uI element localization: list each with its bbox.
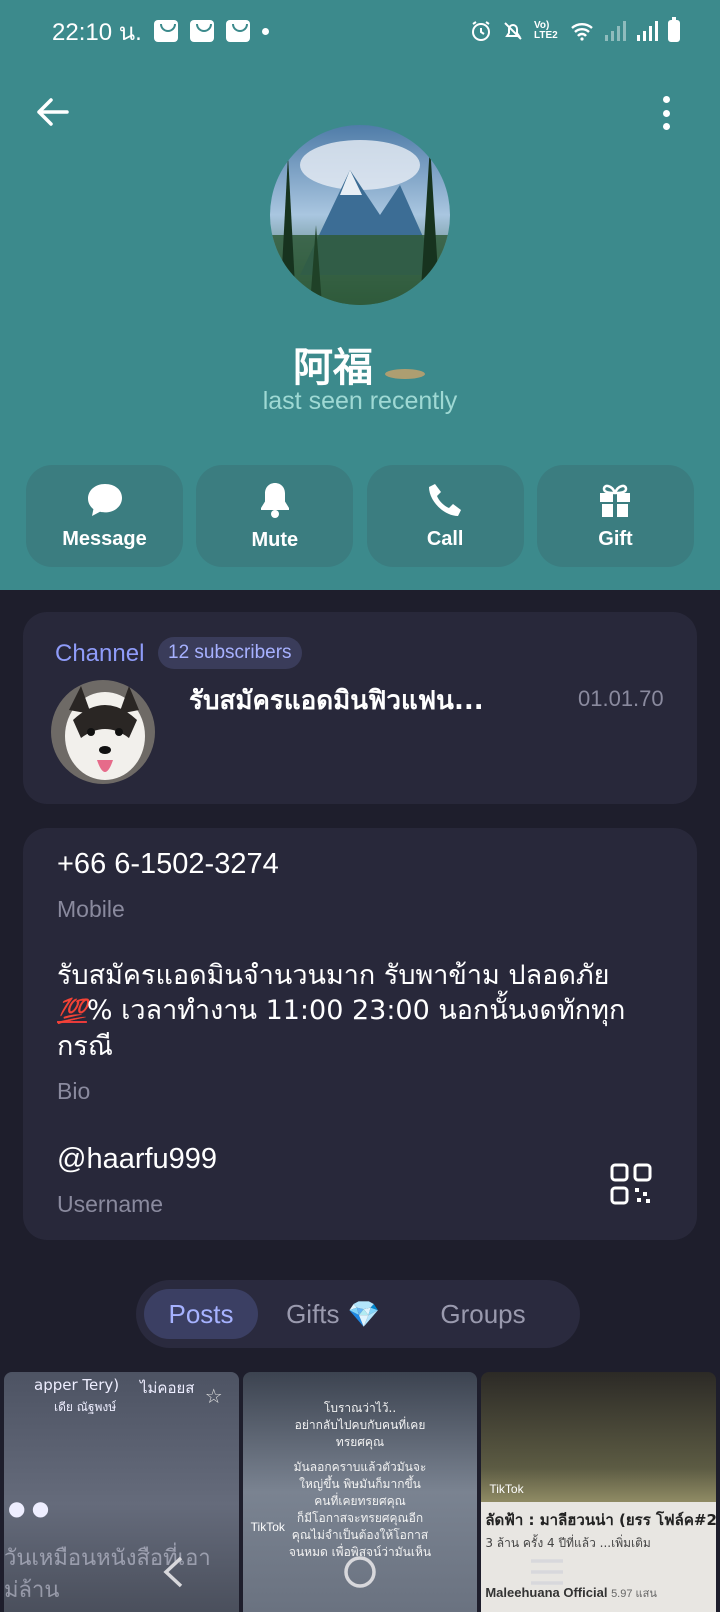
volte-icon: Vo) LTE2 bbox=[534, 20, 558, 41]
arrow-left-icon bbox=[37, 98, 69, 126]
signal-icon bbox=[637, 21, 658, 41]
home-nav-icon[interactable] bbox=[330, 1542, 390, 1602]
channel-avatar bbox=[51, 680, 155, 784]
gift-button[interactable]: Gift bbox=[536, 465, 694, 567]
profile-header: 22:10 น. Vo) LTE2 阿福 last seen recently … bbox=[0, 0, 720, 590]
status-bar: 22:10 น. Vo) LTE2 bbox=[0, 0, 720, 62]
call-button[interactable]: Call bbox=[366, 465, 524, 567]
phone-number[interactable]: +66 6-1502-3274 bbox=[57, 848, 279, 881]
channel-title: รับสมัครแอดมินฟิวแฟน... bbox=[189, 686, 484, 716]
gift-icon bbox=[600, 484, 631, 517]
tiktok-logo: TikTok bbox=[489, 1482, 524, 1496]
profile-name: 阿福 bbox=[0, 335, 720, 393]
star-icon: ☆ bbox=[204, 1386, 223, 1408]
last-seen-status: last seen recently bbox=[262, 387, 458, 415]
hundred-points-icon: 💯 bbox=[57, 997, 87, 1025]
channel-card[interactable]: Channel 12 subscribers รับสมัครแอดมินฟิว… bbox=[23, 612, 697, 804]
mute-icon bbox=[504, 22, 522, 40]
alarm-icon bbox=[472, 21, 490, 41]
status-time: 22:10 น. bbox=[52, 18, 142, 46]
wifi-icon bbox=[571, 23, 593, 41]
username[interactable]: @haarfu999 bbox=[57, 1143, 217, 1176]
phone-icon bbox=[429, 483, 462, 516]
emoji-status-icon bbox=[385, 369, 425, 379]
back-button[interactable] bbox=[30, 90, 74, 134]
subscribers-badge: 12 subscribers bbox=[158, 637, 302, 669]
battery-icon bbox=[668, 17, 680, 42]
info-card: +66 6-1502-3274 Mobile รับสมัครแอดมินจำน… bbox=[23, 828, 697, 1240]
mute-button[interactable]: Mute bbox=[196, 465, 354, 567]
phone-label: Mobile bbox=[57, 896, 125, 922]
channel-date: 01.01.70 bbox=[578, 686, 664, 711]
more-vert-icon[interactable] bbox=[656, 92, 676, 134]
message-button[interactable]: Message bbox=[26, 465, 183, 567]
message-icon bbox=[87, 483, 122, 516]
tab-groups[interactable]: Groups bbox=[408, 1289, 558, 1339]
channel-label: Channel bbox=[55, 640, 145, 667]
signal-icon bbox=[605, 21, 626, 41]
bell-icon bbox=[260, 482, 289, 518]
back-nav-icon[interactable] bbox=[143, 1542, 203, 1602]
qr-code-button[interactable] bbox=[609, 1162, 653, 1206]
profile-avatar[interactable] bbox=[270, 125, 450, 305]
system-nav-bar bbox=[0, 1532, 720, 1612]
shopping-bag-icon bbox=[189, 20, 214, 42]
tab-gifts[interactable]: Gifts 💎 bbox=[258, 1289, 408, 1339]
shopping-bag-icon bbox=[225, 20, 250, 42]
bio-text: รับสมัครแอดมินจำนวนมาก รับพาข้าม ปลอดภัย… bbox=[57, 960, 626, 1062]
recents-nav-icon[interactable] bbox=[517, 1542, 577, 1602]
shopping-bag-icon bbox=[153, 20, 178, 42]
action-buttons: Message Mute Call Gift bbox=[26, 465, 694, 567]
bio-label: Bio bbox=[57, 1078, 91, 1104]
media-tabs: Posts Gifts 💎 Groups bbox=[136, 1280, 580, 1348]
gem-icon: 💎 bbox=[347, 1298, 380, 1329]
tab-posts[interactable]: Posts bbox=[144, 1289, 258, 1339]
qr-code-icon bbox=[610, 1163, 652, 1205]
username-label: Username bbox=[57, 1191, 164, 1217]
avatar-landscape-image bbox=[270, 125, 450, 305]
notification-dot-icon bbox=[261, 27, 269, 35]
